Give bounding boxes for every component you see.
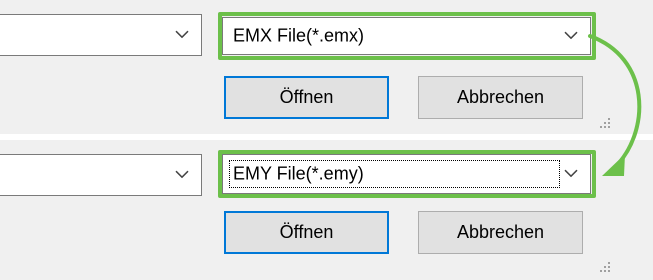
curved-arrow-icon [588, 34, 642, 176]
chevron-down-icon [175, 170, 189, 179]
open-button[interactable]: Öffnen [224, 76, 389, 119]
cancel-button[interactable]: Abbrechen [418, 211, 583, 254]
file-dialog-before: EMX File(*.emx) Öffnen Abbrechen [0, 0, 653, 134]
highlight-frame [218, 150, 596, 198]
filename-combobox[interactable] [0, 14, 202, 56]
open-button[interactable]: Öffnen [224, 211, 389, 254]
chevron-down-icon [175, 30, 189, 39]
filename-combobox[interactable] [0, 154, 202, 196]
resize-grip-icon[interactable] [600, 262, 610, 272]
file-dialog-after: EMY File(*.emy) Öffnen Abbrechen [0, 140, 653, 280]
highlight-frame [218, 12, 596, 60]
cancel-button[interactable]: Abbrechen [418, 76, 583, 119]
